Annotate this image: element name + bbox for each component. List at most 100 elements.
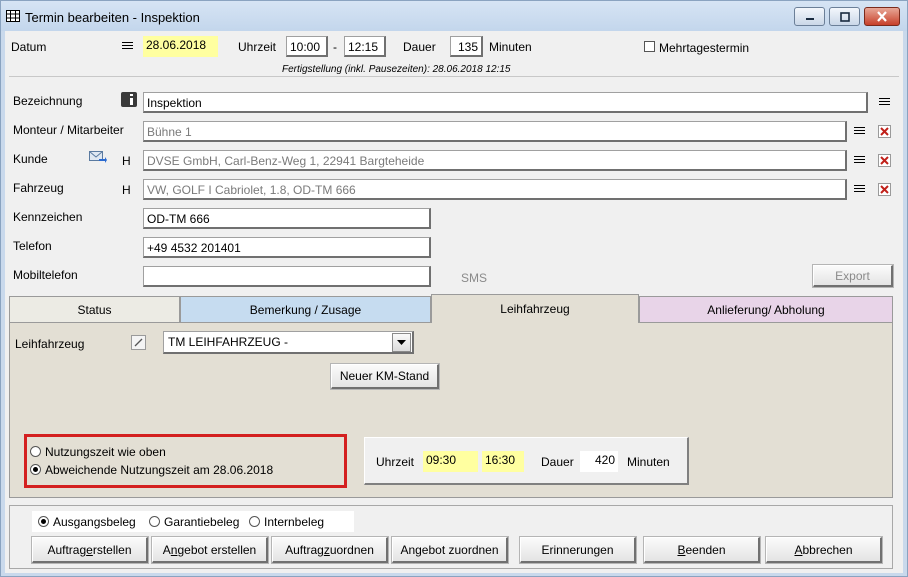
red-x-icon	[880, 156, 889, 165]
bezeichnung-menu-icon[interactable]	[879, 98, 890, 108]
abweichende-nutzungszeit-radio[interactable]	[30, 464, 41, 475]
kunde-input[interactable]: DVSE GmbH, Carl-Benz-Weg 1, 22941 Bargte…	[143, 150, 847, 171]
button-text: uordnen	[329, 542, 374, 557]
fahrzeug-clear-button[interactable]	[878, 183, 891, 196]
time-range-dash: -	[333, 40, 337, 54]
fertigstellung-text: Fertigstellung (inkl. Pausezeiten): 28.0…	[282, 64, 511, 75]
leihfahrzeug-label: Leihfahrzeug	[15, 337, 85, 351]
ausgangsbeleg-radio[interactable]	[38, 516, 49, 527]
abweichende-nutzungszeit-label: Abweichende Nutzungszeit am 28.06.2018	[45, 463, 274, 477]
button-text: A	[162, 542, 171, 557]
mobiltelefon-input[interactable]	[143, 266, 431, 287]
minimize-button[interactable]	[794, 7, 825, 26]
tab-anlieferung[interactable]: Anlieferung/ Abholung	[639, 296, 893, 322]
export-button[interactable]: Export	[812, 264, 894, 288]
restore-icon	[839, 11, 850, 22]
fahrzeug-h-marker: H	[122, 183, 131, 197]
dialog-window: Termin bearbeiten - Inspektion Datum 28.…	[0, 0, 908, 577]
minimize-icon	[805, 17, 814, 20]
leihfahrzeug-select[interactable]: TM LEIHFAHRZEUG -	[163, 331, 414, 354]
dauer-input[interactable]: 135	[450, 36, 483, 57]
auftrag-erstellen-button[interactable]: Auftrag e rstellen	[31, 536, 149, 564]
internbeleg-radio[interactable]	[249, 516, 260, 527]
button-mnemonic: n	[170, 542, 178, 557]
close-button[interactable]	[864, 7, 900, 26]
kennzeichen-label: Kennzeichen	[13, 210, 83, 224]
monteur-label: Monteur / Mitarbeiter	[13, 123, 124, 137]
monteur-input[interactable]: Bühne 1	[143, 121, 847, 142]
nutzungszeit-group: Uhrzeit 09:30 16:30 Dauer 420 Minuten	[364, 437, 689, 485]
mehrtagestermin-checkbox[interactable]	[644, 41, 655, 52]
button-mnemonic: e	[86, 542, 93, 557]
bezeichnung-input[interactable]: Inspektion	[143, 92, 868, 113]
nutzungszeit-wie-oben-label: Nutzungszeit wie oben	[45, 445, 166, 459]
chevron-down-icon	[397, 339, 406, 345]
calendar-grid-icon	[6, 10, 20, 22]
mail-icon[interactable]	[89, 151, 107, 165]
monteur-menu-icon[interactable]	[854, 127, 865, 137]
mehrtagestermin-label: Mehrtagestermin	[659, 41, 750, 55]
button-text: rstellen	[92, 542, 132, 557]
datum-menu-icon[interactable]	[122, 42, 133, 52]
minuten-label: Minuten	[489, 40, 532, 54]
leih-uhrzeit-to-input[interactable]: 16:30	[482, 451, 524, 472]
uhrzeit-to-input[interactable]: 12:15	[344, 36, 386, 57]
kunde-h-marker: H	[122, 154, 131, 168]
leihfahrzeug-selected-value: TM LEIHFAHRZEUG -	[168, 335, 289, 349]
header-separator	[9, 76, 899, 77]
garantiebeleg-radio[interactable]	[149, 516, 160, 527]
leihfahrzeug-dropdown-button[interactable]	[392, 333, 411, 352]
title-bar[interactable]: Termin bearbeiten - Inspektion	[1, 1, 907, 31]
neuer-km-stand-button[interactable]: Neuer KM-Stand	[330, 363, 440, 390]
red-annotation-box	[24, 434, 347, 488]
leih-dauer-input[interactable]: 420	[580, 451, 618, 472]
datum-label: Datum	[11, 40, 47, 54]
close-icon	[877, 11, 887, 22]
telefon-label: Telefon	[13, 239, 52, 253]
kunde-clear-button[interactable]	[878, 154, 891, 167]
kunde-menu-icon[interactable]	[854, 156, 865, 166]
internbeleg-label: Internbeleg	[264, 515, 325, 529]
red-x-icon	[880, 185, 889, 194]
nutzungszeit-wie-oben-radio[interactable]	[30, 446, 41, 457]
kennzeichen-input[interactable]: OD-TM 666	[143, 208, 431, 229]
kunde-label: Kunde	[13, 152, 48, 166]
button-mnemonic: B	[677, 542, 686, 557]
leih-dauer-label: Dauer	[541, 455, 574, 469]
mobiltelefon-label: Mobiltelefon	[13, 268, 78, 282]
leih-uhrzeit-label: Uhrzeit	[376, 455, 415, 469]
angebot-erstellen-button[interactable]: An gebot erstellen	[151, 536, 269, 564]
dauer-label: Dauer	[403, 40, 436, 54]
sms-button[interactable]: SMS	[461, 271, 487, 285]
fahrzeug-menu-icon[interactable]	[854, 185, 865, 195]
telefon-input[interactable]: +49 4532 201401	[143, 237, 431, 258]
monteur-clear-button[interactable]	[878, 125, 891, 138]
info-icon[interactable]	[121, 92, 137, 107]
bezeichnung-label: Bezeichnung	[13, 94, 83, 108]
leihfahrzeug-tab-panel: Leihfahrzeug TM LEIHFAHRZEUG - Neuer KM-…	[9, 322, 893, 498]
auftrag-zuordnen-button[interactable]: Auftrag z uordnen	[271, 536, 389, 564]
fahrzeug-label: Fahrzeug	[13, 181, 64, 195]
tab-bemerkung[interactable]: Bemerkung / Zusage	[180, 296, 431, 322]
tab-status[interactable]: Status	[9, 296, 180, 322]
abbrechen-button[interactable]: Abbrechen	[765, 536, 883, 564]
angebot-zuordnen-button[interactable]: Angebot zuordnen	[391, 536, 509, 564]
button-text: gebot erstellen	[177, 542, 257, 557]
red-x-icon	[880, 127, 889, 136]
button-text: Auftrag	[285, 542, 324, 557]
fahrzeug-input[interactable]: VW, GOLF I Cabriolet, 1.8, OD-TM 666	[143, 179, 847, 200]
window-title: Termin bearbeiten - Inspektion	[25, 10, 200, 25]
erinnerungen-button[interactable]: Erinnerungen	[519, 536, 637, 564]
maximize-button[interactable]	[829, 7, 860, 26]
button-text: bbrechen	[802, 542, 853, 557]
leih-uhrzeit-from-input[interactable]: 09:30	[423, 451, 478, 472]
uhrzeit-from-input[interactable]: 10:00	[286, 36, 328, 57]
garantiebeleg-label: Garantiebeleg	[164, 515, 240, 529]
beenden-button[interactable]: Beenden	[643, 536, 761, 564]
ausgangsbeleg-label: Ausgangsbeleg	[53, 515, 136, 529]
dialog-client-area: Datum 28.06.2018 Uhrzeit 10:00 - 12:15 D…	[5, 31, 903, 573]
tab-leihfahrzeug[interactable]: Leihfahrzeug	[431, 294, 639, 323]
actions-panel: Ausgangsbeleg Garantiebeleg Internbeleg …	[9, 505, 893, 569]
edit-pencil-icon[interactable]	[131, 335, 146, 350]
datum-input[interactable]: 28.06.2018	[143, 36, 218, 57]
